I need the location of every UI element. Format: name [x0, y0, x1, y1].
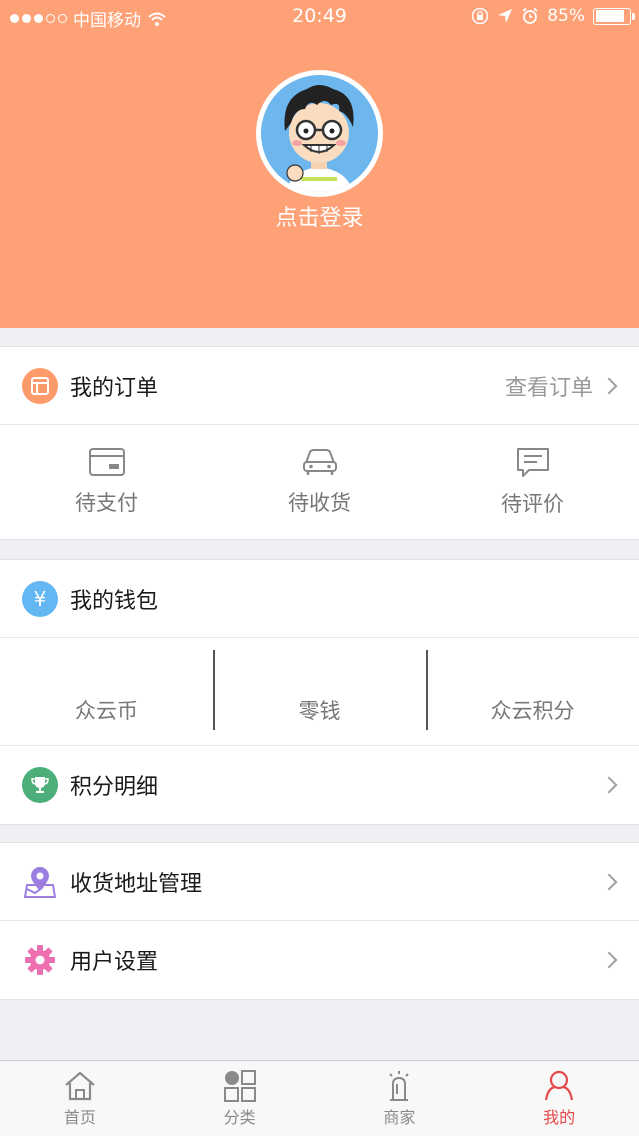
change-item[interactable]: 零钱: [213, 638, 426, 745]
orders-section: 我的订单 查看订单 待支付 待收货 待评价: [0, 346, 639, 540]
chevron-right-icon: [600, 776, 618, 794]
order-status-grid: 待支付 待收货 待评价: [0, 425, 639, 539]
battery-icon: [593, 7, 635, 25]
trophy-icon: [22, 767, 58, 803]
chevron-right-icon: [600, 377, 618, 394]
avatar[interactable]: [256, 70, 383, 197]
battery-percent: 85%: [547, 6, 585, 26]
status-bar: 中国移动 20:49 85%: [0, 0, 639, 34]
profile-header: 中国移动 20:49 85% 点击登录: [0, 0, 639, 328]
user-settings-title: 用户设置: [70, 950, 159, 975]
location-icon: [498, 9, 513, 23]
change-label: 零钱: [298, 699, 341, 723]
tab-merchant[interactable]: 商家: [320, 1061, 480, 1136]
yen-glyph: ¥: [33, 586, 47, 611]
chevron-right-icon: [600, 873, 618, 890]
my-wallet-row[interactable]: ¥ 我的钱包: [0, 560, 639, 638]
tab-bar: 首页 分类 商家 我的: [0, 1060, 639, 1136]
merchant-icon: [389, 1070, 410, 1101]
tab-home[interactable]: 首页: [0, 1061, 160, 1136]
login-link[interactable]: 点击登录: [0, 200, 639, 232]
pending-review-button[interactable]: 待评价: [426, 425, 639, 539]
tab-profile[interactable]: 我的: [479, 1061, 639, 1136]
pending-delivery-button[interactable]: 待收货: [213, 425, 426, 539]
card-icon: [88, 448, 125, 476]
zhongyun-coin-item[interactable]: 众云币: [0, 638, 213, 745]
wallet-balances: 众云币 零钱 众云积分: [0, 638, 639, 746]
view-orders-link[interactable]: 查看订单: [505, 347, 619, 424]
orders-icon: [22, 367, 58, 404]
pending-delivery-label: 待收货: [288, 491, 351, 515]
user-settings-row[interactable]: 用户设置: [0, 921, 639, 999]
gear-icon: [22, 942, 58, 978]
profile-icon: [545, 1070, 574, 1100]
address-management-title: 收货地址管理: [70, 871, 203, 897]
my-orders-row[interactable]: 我的订单 查看订单: [0, 347, 639, 425]
category-icon: [223, 1069, 256, 1102]
zhongyun-points-label: 众云积分: [490, 699, 575, 723]
comment-icon: [516, 448, 549, 477]
alarm-icon: [522, 7, 538, 24]
orientation-lock-icon: [471, 7, 489, 25]
home-icon: [65, 1071, 95, 1100]
my-wallet-title: 我的钱包: [70, 588, 159, 614]
pending-payment-button[interactable]: 待支付: [0, 425, 213, 539]
view-orders-label: 查看订单: [504, 375, 593, 401]
points-detail-row[interactable]: 积分明细: [0, 746, 639, 824]
tab-category[interactable]: 分类: [160, 1061, 320, 1136]
map-pin-icon: [22, 864, 58, 900]
pending-payment-label: 待支付: [75, 491, 138, 515]
chevron-right-icon: [600, 951, 618, 969]
my-orders-title: 我的订单: [70, 375, 159, 401]
car-icon: [302, 449, 337, 475]
cartoon-avatar-icon: [284, 85, 354, 192]
tab-home-label: 首页: [63, 1107, 96, 1127]
pending-review-label: 待评价: [501, 492, 564, 516]
zhongyun-points-item[interactable]: 众云积分: [426, 638, 639, 745]
zhongyun-coin-label: 众云币: [75, 699, 138, 723]
tab-profile-label: 我的: [543, 1107, 576, 1127]
yen-icon: ¥: [22, 580, 58, 617]
tab-category-label: 分类: [223, 1107, 256, 1127]
settings-section: 收货地址管理 用户设置: [0, 842, 639, 1000]
address-management-row[interactable]: 收货地址管理: [0, 843, 639, 921]
points-detail-title: 积分明细: [70, 775, 159, 800]
tab-merchant-label: 商家: [383, 1107, 416, 1127]
wallet-section: ¥ 我的钱包 众云币 零钱 众云积分 积分明细: [0, 559, 639, 825]
